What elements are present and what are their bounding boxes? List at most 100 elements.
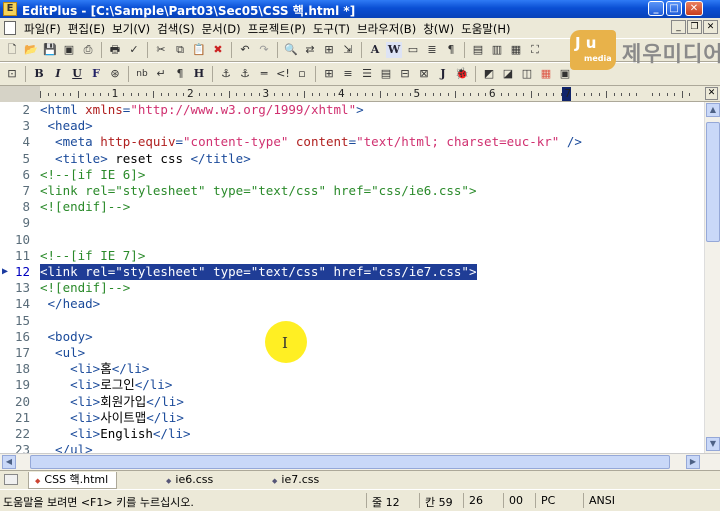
paragraph-tag-icon[interactable]: ¶ [172,66,188,82]
code-editor[interactable]: 23 </ul> 22 <li>English</li> 21 <li>사이트맵</… [0,102,704,453]
code-line[interactable]: 8 <![endif]--> [0,199,704,215]
color-palette-icon[interactable]: ▦ [538,66,554,82]
code-line[interactable]: 19 <li>로그인</li> [0,377,704,393]
open-folder-icon[interactable]: 📂 [23,42,39,58]
ruler-close-button[interactable]: ✕ [705,87,718,100]
menu-item[interactable]: 도움말(H) [461,21,517,37]
comment-tag-icon[interactable]: <! [275,66,291,82]
undo-icon[interactable]: ↶ [237,42,253,58]
break-icon[interactable]: ↵ [153,66,169,82]
scroll-up-arrow-icon[interactable]: ▲ [706,103,720,117]
menu-item[interactable]: 문서(D) [202,21,248,37]
code-line[interactable]: 7 <link rel="stylesheet" type="text/css" … [0,183,704,199]
document-icon[interactable] [4,21,16,35]
menu-item[interactable]: 브라우저(B) [357,21,423,37]
form-icon[interactable]: ▤ [378,66,394,82]
code-line[interactable]: 10 [0,232,704,248]
italic-icon[interactable]: I [50,66,66,82]
html-toolbar-icon[interactable]: ⊡ [4,66,20,82]
code-line[interactable]: 9 [0,215,704,231]
browser-icon[interactable]: ◪ [500,66,516,82]
code-line[interactable]: 14 </head> [0,296,704,312]
new-file-icon[interactable]: 🗋 [4,42,20,58]
preview-icon[interactable]: ◩ [481,66,497,82]
code-line[interactable]: ▶ 12 <link rel="stylesheet" type="text/css… [0,264,704,280]
find-in-files-icon[interactable]: ⊞ [321,42,337,58]
bold-icon[interactable]: B [31,66,47,82]
code-line[interactable]: 3 <head> [0,118,704,134]
copy-icon[interactable]: ⧉ [172,42,188,58]
menu-item[interactable]: 창(W) [423,21,461,37]
scroll-right-arrow-icon[interactable]: ▶ [686,455,700,469]
anchor-icon[interactable]: ⚓ [237,66,253,82]
center-icon[interactable]: ≡ [340,66,356,82]
code-line[interactable]: 13 <![endif]--> [0,280,704,296]
print-icon[interactable]: 🖶 [107,42,123,58]
ruler-icon[interactable]: ▭ [405,42,421,58]
menu-item[interactable]: 편집(E) [68,21,112,37]
menu-item[interactable]: 파일(F) [24,21,68,37]
table-icon[interactable]: ⊞ [321,66,337,82]
menu-item[interactable]: 도구(T) [313,21,357,37]
folder-icon[interactable] [4,474,18,485]
minimize-button[interactable]: _ [648,1,664,16]
save-icon[interactable]: 💾 [42,42,58,58]
code-line[interactable]: 11 <!--[if IE 7]> [0,248,704,264]
nbsp-icon[interactable]: nb [134,66,150,82]
code-line[interactable]: 18 <li>홈</li> [0,361,704,377]
redo-icon[interactable]: ↷ [256,42,272,58]
code-line[interactable]: 17 <ul> [0,345,704,361]
code-line[interactable]: 22 <li>English</li> [0,426,704,442]
code-line[interactable]: 16 <body> [0,329,704,345]
code-line[interactable]: 5 <title> reset css </title> [0,151,704,167]
tab-2[interactable]: ◆ ie6.css [160,472,221,489]
tab-3[interactable]: ◆ ie7.css [266,472,327,489]
javascript-icon[interactable]: J [435,66,451,82]
save-all-icon[interactable]: ▣ [61,42,77,58]
scroll-down-arrow-icon[interactable]: ▼ [706,437,720,451]
code-line[interactable]: 15 [0,313,704,329]
menu-item[interactable]: 프로젝트(P) [248,21,313,37]
output-window-icon[interactable]: ▥ [489,42,505,58]
vertical-scrollbar[interactable]: ▲ ▼ [704,102,720,453]
editplus-app-icon[interactable]: E [3,2,17,16]
paste-icon[interactable]: 📋 [191,42,207,58]
validate-icon[interactable]: ◫ [519,66,535,82]
code-line[interactable]: 21 <li>사이트맵</li> [0,410,704,426]
hr-icon[interactable]: ═ [256,66,272,82]
image-icon[interactable]: ⊠ [416,66,432,82]
word-wrap-icon[interactable]: W [386,42,402,58]
code-line[interactable]: 6 <!--[if IE 6]> [0,167,704,183]
scroll-left-arrow-icon[interactable]: ◀ [2,455,16,469]
line-number-icon[interactable]: ≣ [424,42,440,58]
horizontal-scrollbar[interactable]: ◀ ▶ [0,453,720,470]
font-tag-icon[interactable]: F [88,66,104,82]
frame-icon[interactable]: ⊟ [397,66,413,82]
code-line[interactable]: 2 <html xmlns="http://www.w3.org/1999/xht… [0,102,704,118]
image-tag-icon[interactable]: ▫ [294,66,310,82]
style-icon[interactable]: 🐞 [454,66,470,82]
color-icon[interactable]: ⊛ [107,66,123,82]
cut-icon[interactable]: ✂ [153,42,169,58]
fullscreen-icon[interactable]: ⛶ [527,42,543,58]
maximize-button[interactable]: □ [666,1,682,16]
directory-window-icon[interactable]: ▦ [508,42,524,58]
code-line[interactable]: 20 <li>회원가입</li> [0,394,704,410]
anchor-link-icon[interactable]: ⚓ [218,66,234,82]
goto-icon[interactable]: ⇲ [340,42,356,58]
delete-icon[interactable]: ✖ [210,42,226,58]
heading-icon[interactable]: H [191,66,207,82]
close-button[interactable]: ✕ [685,1,703,16]
tab-1[interactable]: ◆ CSS 핵.html [28,472,118,489]
find-icon[interactable]: 🔍 [283,42,299,58]
horizontal-scroll-thumb[interactable] [30,455,670,469]
spell-check-icon[interactable]: ✓ [126,42,142,58]
paragraph-icon[interactable]: ¶ [443,42,459,58]
print-preview-icon[interactable]: ⎙ [80,42,96,58]
font-icon[interactable]: A [367,42,383,58]
menu-item[interactable]: 보기(V) [112,21,157,37]
menu-item[interactable]: 검색(S) [157,21,201,37]
code-line[interactable]: 4 <meta http-equiv="content-type" conten… [0,134,704,150]
replace-icon[interactable]: ⇄ [302,42,318,58]
code-line[interactable]: 23 </ul> [0,442,704,453]
